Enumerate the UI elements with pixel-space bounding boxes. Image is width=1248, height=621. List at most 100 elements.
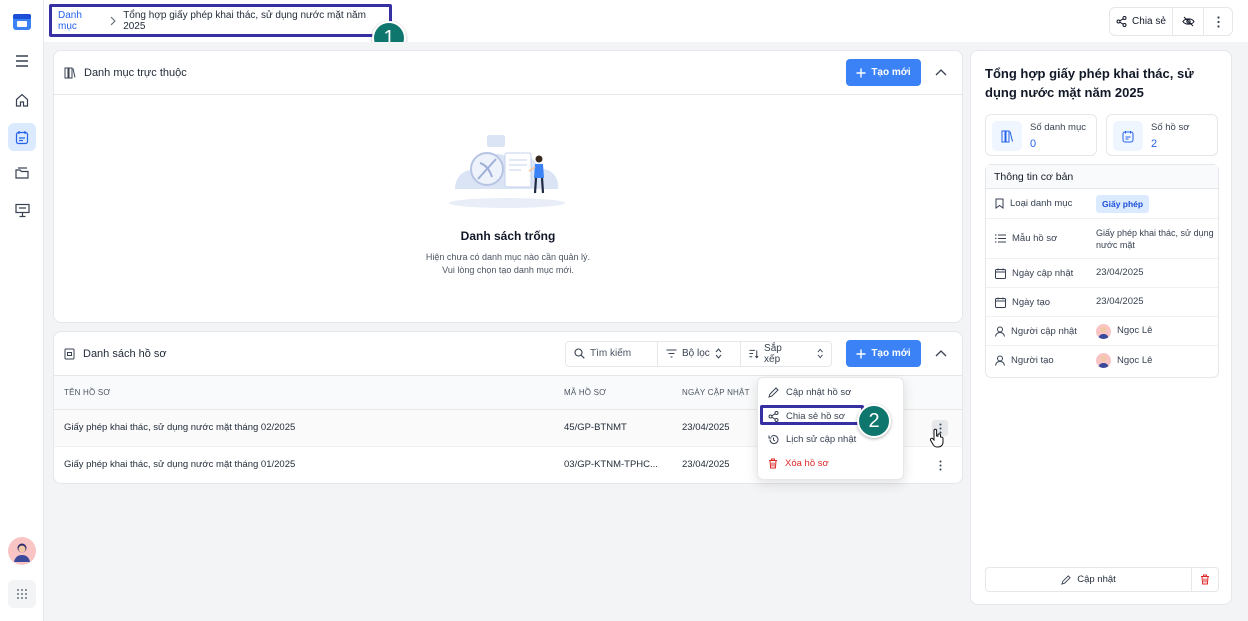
menu-item-history[interactable]: Lịch sử cập nhật (768, 434, 856, 445)
share-highlight-box (760, 405, 864, 425)
basic-info-title: Thông tin cơ bản (986, 165, 1218, 189)
detail-footer: Cập nhật (985, 567, 1219, 592)
detail-title: Tổng hợp giấy phép khai thác, sử dụng nư… (985, 66, 1194, 100)
record-code: 45/GP-BTNMT (554, 409, 672, 447)
share-icon (1116, 16, 1127, 27)
breadcrumb-root-link[interactable]: Danh mục (58, 10, 103, 32)
sort-button[interactable]: Sắp xếp (741, 342, 831, 366)
trash-icon (769, 458, 777, 469)
menu-item-delete-label: Xóa hồ sơ (785, 458, 829, 469)
hide-button[interactable] (1173, 8, 1205, 35)
sub-catalog-card: Danh mục trực thuộc Tạo mới Danh sách tr… (53, 50, 963, 323)
menu-item-update-label: Cập nhật hồ sơ (786, 387, 852, 398)
empty-state-title: Danh sách trống (460, 229, 556, 243)
list-icon (995, 234, 1006, 243)
stat-records-label: Số hồ sơ (1151, 122, 1190, 133)
sort-chevrons-icon (817, 348, 823, 359)
info-row-creator: Người tạo Ngọc Lê (986, 346, 1218, 375)
menu-item-delete-record[interactable]: Xóa hồ sơ (768, 458, 829, 469)
folder-icon[interactable] (8, 159, 36, 187)
empty-state-illustration (447, 129, 569, 209)
chevron-right-icon (110, 16, 117, 25)
books-icon (64, 67, 76, 78)
bookmark-icon (995, 198, 1004, 209)
sort-label: Sắp xếp (764, 342, 782, 365)
avatar (1096, 323, 1111, 339)
plus-icon (856, 349, 866, 358)
sort-icon (749, 349, 759, 358)
record-icon (64, 348, 75, 359)
search-placeholder: Tìm kiếm (590, 348, 632, 359)
app-logo-icon[interactable] (8, 8, 36, 36)
info-creator-value: Ngọc Lê (1117, 354, 1153, 366)
menu-icon[interactable] (8, 47, 36, 75)
record-code: 03/GP-KTNM-TPHC... (554, 446, 672, 483)
sub-catalog-title: Danh mục trực thuộc (84, 66, 187, 79)
stat-catalog-value: 0 (1030, 138, 1037, 150)
breadcrumb: Danh mục Tổng hợp giấy phép khai thác, s… (49, 4, 392, 37)
records-toolbar: Tìm kiếm Bộ lọc Sắp xếp (565, 340, 832, 367)
records-collapse-button[interactable] (930, 343, 952, 365)
stat-catalog-label: Số danh mục (1030, 122, 1086, 133)
home-icon[interactable] (8, 86, 36, 114)
breadcrumb-current: Tổng hợp giấy phép khai thác, sử dụng nư… (123, 9, 366, 32)
chevron-up-icon (935, 350, 947, 357)
books-icon (992, 121, 1022, 151)
calendar-icon (1113, 121, 1143, 151)
records-header: Danh sách hồ sơ Tìm kiếm Bộ lọc Sắp xếp … (54, 332, 962, 376)
eye-off-icon (1182, 16, 1195, 27)
info-updated-key: Ngày cập nhật (1012, 267, 1074, 279)
calendar-icon (995, 268, 1006, 279)
share-button[interactable]: Chia sẻ (1110, 8, 1173, 35)
menu-item-history-label: Lịch sử cập nhật (786, 434, 857, 445)
info-row-updated: Ngày cập nhật 23/04/2025 (986, 259, 1218, 288)
hand-cursor-icon (929, 428, 945, 448)
update-button[interactable]: Cập nhật (986, 568, 1192, 591)
filter-icon (666, 349, 677, 358)
pencil-icon (1061, 574, 1071, 585)
detail-panel: Tổng hợp giấy phép khai thác, sử dụng nư… (970, 50, 1232, 605)
apps-grid-icon[interactable] (8, 580, 36, 608)
history-icon (768, 435, 779, 445)
catalog-icon[interactable] (8, 123, 36, 151)
user-avatar[interactable] (8, 537, 36, 565)
info-row-type: Loại danh mục Giấy phép (986, 189, 1218, 219)
stat-catalog-count: Số danh mục 0 (985, 114, 1097, 156)
info-updater-value: Ngọc Lê (1117, 325, 1153, 336)
menu-item-update-record[interactable]: Cập nhật hồ sơ (768, 387, 851, 398)
filter-button[interactable]: Bộ lọc (658, 341, 741, 366)
stat-records-count: Số hồ sơ 2 (1106, 114, 1218, 156)
info-updated-value: 23/04/2025 (1096, 267, 1144, 278)
more-options-button[interactable] (1204, 8, 1232, 35)
basic-info-panel: Thông tin cơ bản Loại danh mục Giấy phép… (985, 164, 1219, 378)
type-badge: Giấy phép (1096, 194, 1150, 213)
info-row-template: Mẫu hồ sơ Giấy phép khai thác, sử dụng n… (986, 219, 1218, 259)
column-header-code[interactable]: MÃ HỒ SƠ (554, 376, 672, 410)
empty-state-line-2: Vui lòng chọn tạo danh mục mới. (442, 265, 574, 275)
left-rail (0, 0, 44, 621)
records-create-button[interactable]: Tạo mới (846, 340, 921, 367)
user-icon (995, 326, 1005, 337)
presentation-icon[interactable] (8, 196, 36, 224)
sub-catalog-collapse-button[interactable] (930, 62, 952, 84)
records-title: Danh sách hồ sơ (83, 347, 167, 360)
info-created-key: Ngày tạo (1012, 296, 1051, 308)
avatar (1096, 353, 1111, 368)
search-input[interactable]: Tìm kiếm (566, 341, 658, 366)
chevron-up-icon (935, 69, 947, 76)
sort-chevrons-icon (715, 348, 722, 359)
records-create-label: Tạo mới (871, 348, 911, 359)
sub-catalog-create-button[interactable]: Tạo mới (846, 59, 921, 86)
trash-icon (1201, 574, 1209, 585)
row-2-more-button[interactable] (932, 457, 948, 473)
sub-catalog-create-label: Tạo mới (871, 67, 911, 78)
calendar-icon (995, 297, 1006, 308)
info-updater-key: Người cập nhật (1011, 325, 1077, 337)
filter-label: Bộ lọc (682, 348, 710, 359)
delete-button[interactable] (1192, 568, 1218, 591)
user-icon (995, 355, 1005, 366)
record-name[interactable]: Giấy phép khai thác, sử dụng nước mặt th… (54, 446, 554, 483)
column-header-name[interactable]: TÊN HỒ SƠ (54, 376, 554, 410)
pencil-icon (768, 387, 779, 398)
record-name[interactable]: Giấy phép khai thác, sử dụng nước mặt th… (54, 409, 554, 447)
